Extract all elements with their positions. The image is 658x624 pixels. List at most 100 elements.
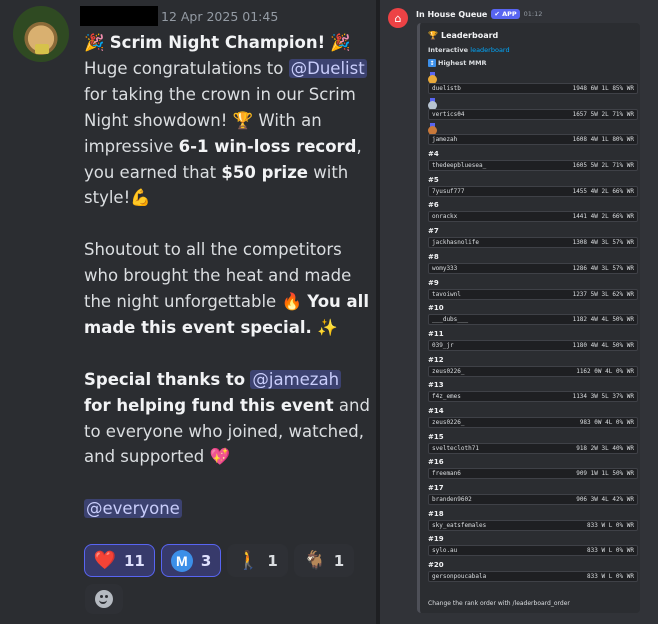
rank-number: #17 xyxy=(428,484,444,492)
message-bold-text: Special thanks to xyxy=(84,369,246,389)
leaderboard-row: #13 f4z_emes 1134 3W 5L 37% WR xyxy=(428,379,638,405)
sort-arrows-icon: ↕ xyxy=(428,59,436,67)
player-stats: 1441 4W 2L 66% WR xyxy=(572,213,634,221)
player-stats: 1286 4W 3L 57% WR xyxy=(572,264,634,272)
silver-medal-icon: 🥈 xyxy=(428,97,437,110)
message-text: Huge congratulations to xyxy=(84,58,284,78)
player-stats-codeblock: gersonpoucabala 833 W L 0% WR xyxy=(428,571,638,583)
home-icon: ⌂ xyxy=(394,11,402,25)
sort-label-text: Highest MMR xyxy=(438,59,487,67)
embed-subtitle: Interactive leaderboard xyxy=(428,46,632,55)
message-bold-text: 6-1 win-loss record xyxy=(178,136,357,156)
player-name: zeus0226_ xyxy=(432,367,465,375)
reaction-m-logo[interactable]: M 3 xyxy=(160,544,222,577)
player-name: 039_jr xyxy=(432,341,454,349)
player-stats: 909 1W 1L 50% WR xyxy=(576,470,634,478)
leaderboard-list: 🥇duelistb 1948 6W 1L 85% WR 🥈verticsθ4 1657… xyxy=(428,71,638,585)
embed-footer: Change the rank order with /leaderboard_… xyxy=(428,600,570,607)
player-name: 7yusuf777 xyxy=(432,187,465,195)
player-name: duelistb xyxy=(432,85,461,92)
leaderboard-row: 🥉jamezah 1608 4W 1L 80% WR xyxy=(428,122,638,148)
rank-number: #9 xyxy=(428,278,439,287)
player-stats-codeblock: sveltecloth71 918 2W 3L 40% WR xyxy=(428,442,638,454)
player-stats-codeblock: zeus0226_ 1162 0W 4L 0% WR xyxy=(428,365,638,377)
message-panel: 12 Apr 2025 01:45 🎉 Scrim Night Champion… xyxy=(0,0,376,624)
message-title: Scrim Night Champion! xyxy=(109,33,326,52)
player-name: jamezah xyxy=(432,136,458,144)
add-reaction-button[interactable] xyxy=(85,584,123,614)
player-stats: 1608 4W 1L 80% WR xyxy=(572,136,634,144)
player-stats: 1455 4W 2L 66% WR xyxy=(572,187,634,195)
player-stats: 1134 3W 5L 37% WR xyxy=(572,393,634,401)
player-stats: 1605 5W 2L 71% WR xyxy=(572,162,634,170)
leaderboard-row: #20 gersonpoucabala 833 W L 0% WR xyxy=(428,559,638,585)
person-walking-icon: 🚶 xyxy=(237,550,260,571)
player-stats-codeblock: freeman6 909 1W 1L 50% WR xyxy=(428,468,638,480)
player-stats: 1180 4W 4L 50% WR xyxy=(572,341,634,349)
player-name: f4z_emes xyxy=(432,393,461,401)
player-stats-codeblock: zeus0226_ 983 0W 4L 0% WR xyxy=(428,416,638,428)
reaction-count: 3 xyxy=(200,551,212,570)
reaction-person-walking[interactable]: 🚶 1 xyxy=(227,544,288,577)
player-name: jackhasnolife xyxy=(432,239,479,247)
player-stats: 983 0W 4L 0% WR xyxy=(579,418,634,426)
leaderboard-row: #19 sylo.au 833 W L 0% WR xyxy=(428,533,638,559)
leaderboard-row: #8 womy333 1286 4W 3L 57% WR xyxy=(428,251,638,277)
message-body: 🎉 Scrim Night Champion! 🎉 Huge congratul… xyxy=(84,30,370,522)
bot-avatar[interactable]: ⌂ xyxy=(388,8,408,28)
leaderboard-link[interactable]: leaderboard xyxy=(470,46,509,54)
leaderboard-row: 🥈verticsθ4 1657 5W 2L 71% WR xyxy=(428,97,638,123)
leaderboard-row: #15 sveltecloth71 918 2W 3L 40% WR xyxy=(428,431,638,457)
player-stats: 1182 4W 4L 50% WR xyxy=(572,316,634,324)
rank-number: #13 xyxy=(428,381,444,390)
redacted-username xyxy=(80,6,158,26)
trophy-icon: 🏆 xyxy=(232,110,254,130)
player-stats: 1308 4W 3L 57% WR xyxy=(572,239,634,247)
mention-jamezah[interactable]: @jamezah xyxy=(250,369,342,389)
leaderboard-embed: 🏆 Leaderboard Interactive leaderboard ↕ … xyxy=(417,23,640,613)
rank-number: #6 xyxy=(428,201,439,210)
interactive-label: Interactive xyxy=(428,46,468,54)
user-avatar[interactable] xyxy=(13,6,69,62)
player-stats-codeblock: f4z_emes 1134 3W 5L 37% WR xyxy=(428,391,638,403)
player-stats: 833 W L 0% WR xyxy=(587,547,634,555)
player-stats-codeblock: 7yusuf777 1455 4W 2L 66% WR xyxy=(428,185,638,197)
player-name: ___dubs___ xyxy=(432,316,469,324)
leaderboard-row: #17 branden9602 906 3W 4L 42% WR xyxy=(428,482,638,508)
player-stats-codeblock: 039_jr 1180 4W 4L 50% WR xyxy=(428,339,638,351)
embed-title: 🏆 Leaderboard xyxy=(428,29,632,41)
player-stats: 1162 0W 4L 0% WR xyxy=(576,367,634,375)
rank-number: #7 xyxy=(428,227,439,236)
rank-number: #19 xyxy=(428,535,444,544)
player-stats-codeblock: branden9602 906 3W 4L 42% WR xyxy=(428,494,638,505)
leaderboard-row: #12 zeus0226_ 1162 0W 4L 0% WR xyxy=(428,354,638,380)
reaction-bar: ❤️ 11 M 3 🚶 1 🐐 1 xyxy=(84,544,355,577)
rank-number: #5 xyxy=(428,175,439,184)
mention-everyone[interactable]: @everyone xyxy=(84,499,182,519)
leaderboard-row: 🥇duelistb 1948 6W 1L 85% WR xyxy=(428,71,638,97)
player-name: verticsθ4 xyxy=(432,110,465,118)
app-badge-label: APP xyxy=(502,10,517,18)
leaderboard-row: #10 ___dubs___ 1182 4W 4L 50% WR xyxy=(428,302,638,328)
bot-name[interactable]: In House Queue xyxy=(416,10,487,19)
flexed-biceps-icon: 💪 xyxy=(130,188,151,208)
message-bold-text: $50 prize xyxy=(221,162,308,182)
sparkling-heart-icon: 💖 xyxy=(209,447,231,467)
leaderboard-row: #18 sky_eatsfemales 833 W L 0% WR xyxy=(428,508,638,534)
rank-number: #10 xyxy=(428,304,444,313)
smiley-icon xyxy=(95,590,113,608)
leaderboard-row: #16 freeman6 909 1W 1L 50% WR xyxy=(428,456,638,482)
leaderboard-row: #14 zeus0226_ 983 0W 4L 0% WR xyxy=(428,405,638,431)
reaction-heart[interactable]: ❤️ 11 xyxy=(84,544,155,577)
rank-number: #8 xyxy=(428,252,439,261)
fire-icon: 🔥 xyxy=(281,292,303,312)
bot-message-panel: ⌂ In House Queue ✔ APP 01:12 🏆 Leaderboa… xyxy=(380,0,658,624)
player-stats-codeblock: jamezah 1608 4W 1L 80% WR xyxy=(428,134,638,146)
player-name: thedeepbluesea_ xyxy=(432,162,487,170)
player-name: tavoiwnl xyxy=(432,290,461,298)
embed-title-text: Leaderboard xyxy=(440,30,499,40)
bronze-medal-icon: 🥉 xyxy=(428,123,437,136)
player-stats-codeblock: tavoiwnl 1237 5W 3L 62% WR xyxy=(428,288,638,300)
reaction-goat[interactable]: 🐐 1 xyxy=(293,544,355,577)
mention-duelist[interactable]: @Duelist xyxy=(288,58,367,78)
